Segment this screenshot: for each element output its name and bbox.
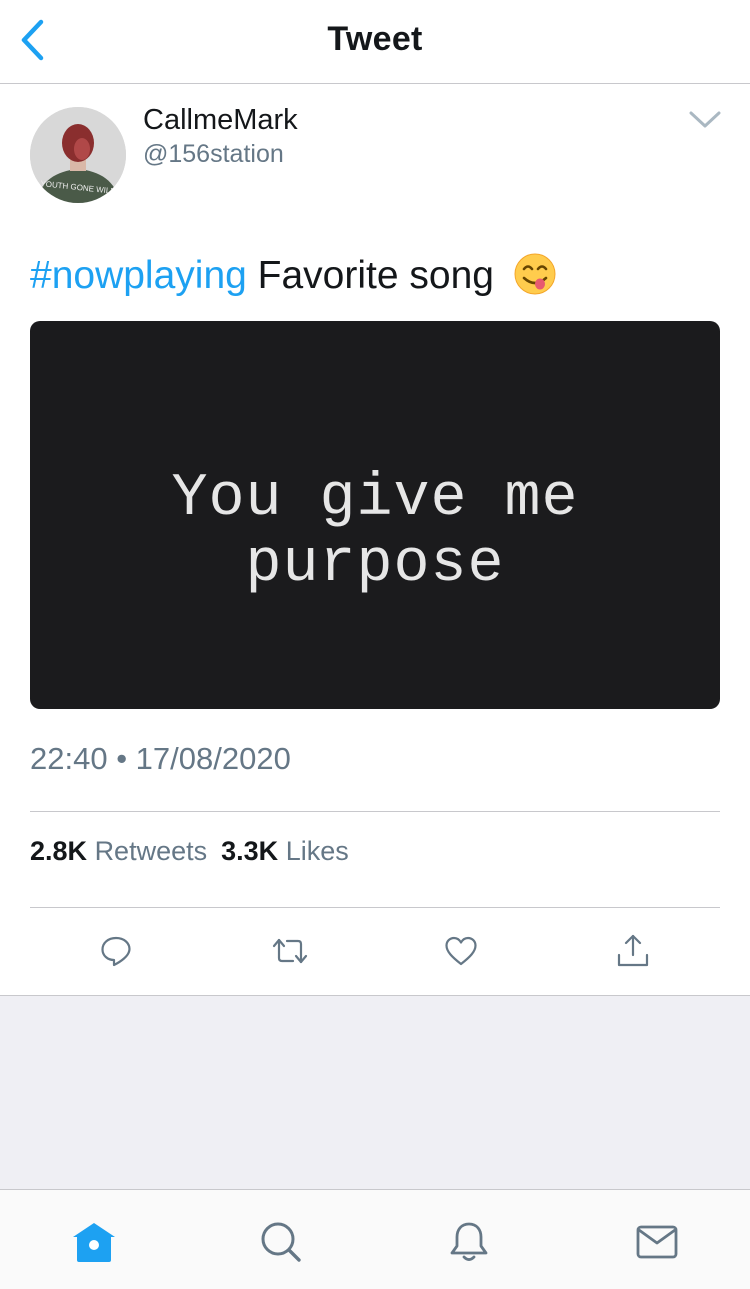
media-caption: You give me purpose — [30, 466, 720, 598]
notifications-icon — [450, 1222, 488, 1261]
home-icon — [73, 1223, 115, 1262]
avatar[interactable]: YOUTH GONE WILD — [30, 107, 126, 203]
tweet-detail: YOUTH GONE WILD CallmeMark @156station #… — [0, 84, 750, 996]
divider — [30, 811, 720, 812]
retweets-label: Retweets — [94, 836, 208, 866]
likes-label: Likes — [285, 836, 349, 866]
divider — [30, 907, 720, 908]
reply-icon — [101, 936, 131, 967]
media-caption-line: purpose — [245, 531, 505, 599]
likes-stat[interactable]: 3.3K Likes — [221, 836, 349, 866]
share-button[interactable] — [613, 931, 653, 971]
tweet-media[interactable]: You give me purpose — [30, 321, 720, 709]
search-icon — [261, 1222, 301, 1262]
face-savoring-food-icon — [513, 252, 557, 306]
tweet-text: #nowplaying Favorite song — [30, 252, 557, 306]
tab-notifications[interactable] — [445, 1218, 493, 1266]
media-caption-line: You give me — [171, 465, 579, 533]
hashtag-link[interactable]: #nowplaying — [30, 254, 247, 297]
display-name[interactable]: CallmeMark — [143, 104, 298, 137]
empty-background — [0, 996, 750, 1189]
tweet-body: Favorite song — [257, 254, 494, 297]
chevron-down-icon — [689, 111, 721, 128]
avatar-image: YOUTH GONE WILD — [30, 107, 126, 203]
engagement-stats: 2.8K Retweets 3.3K Likes — [30, 836, 349, 867]
like-icon — [445, 936, 477, 966]
retweet-icon — [272, 938, 308, 964]
retweets-count: 2.8K — [30, 836, 88, 866]
tab-search[interactable] — [257, 1218, 305, 1266]
user-handle[interactable]: @156station — [143, 140, 284, 169]
tab-messages[interactable] — [633, 1218, 681, 1266]
more-options-button[interactable] — [688, 108, 722, 132]
share-icon — [617, 934, 649, 967]
navigation-bar: Tweet — [0, 0, 750, 84]
tweet-timestamp: 22:40 • 17/08/2020 — [30, 741, 291, 776]
messages-icon — [636, 1225, 678, 1259]
retweets-stat[interactable]: 2.8K Retweets — [30, 836, 207, 866]
reply-button[interactable] — [96, 931, 136, 971]
likes-count: 3.3K — [221, 836, 279, 866]
retweet-button[interactable] — [270, 931, 310, 971]
page-title: Tweet — [327, 20, 423, 58]
tab-bar — [0, 1189, 750, 1289]
tab-home[interactable] — [70, 1218, 118, 1266]
like-button[interactable] — [441, 931, 481, 971]
